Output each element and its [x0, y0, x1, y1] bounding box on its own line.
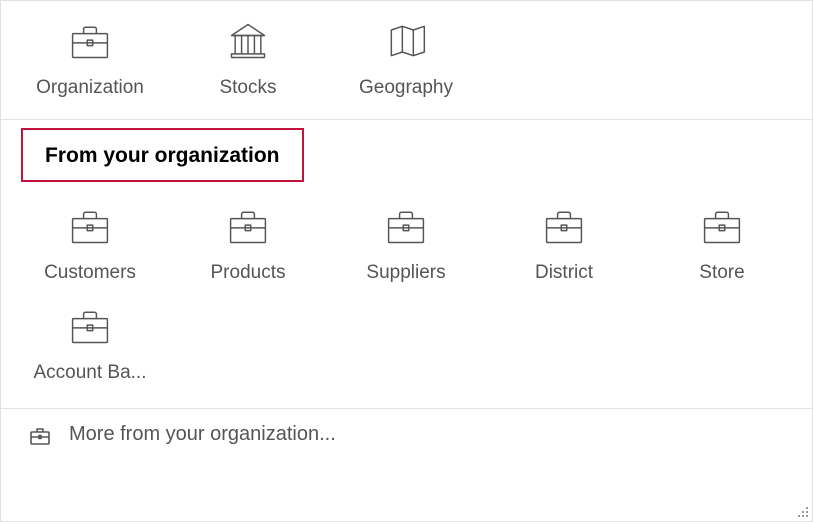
- footer-link-label: More from your organization...: [69, 423, 336, 446]
- section-header: From your organization: [21, 128, 304, 182]
- top-section: Organization Stocks Geography: [1, 1, 812, 111]
- briefcase-icon: [700, 204, 744, 248]
- divider: [1, 119, 812, 120]
- bank-icon: [226, 19, 270, 63]
- top-row: Organization Stocks Geography: [1, 1, 812, 111]
- item-label: Store: [699, 262, 744, 284]
- more-from-organization-link[interactable]: More from your organization...: [1, 408, 812, 460]
- map-icon: [384, 19, 428, 63]
- briefcase-icon: [68, 204, 112, 248]
- resize-grip-icon[interactable]: [796, 505, 808, 517]
- item-products[interactable]: Products: [169, 196, 327, 296]
- item-label: District: [535, 262, 593, 284]
- item-stocks[interactable]: Stocks: [169, 11, 327, 111]
- item-district[interactable]: District: [485, 196, 643, 296]
- item-suppliers[interactable]: Suppliers: [327, 196, 485, 296]
- briefcase-icon: [542, 204, 586, 248]
- item-label: Account Ba...: [33, 362, 146, 384]
- item-customers[interactable]: Customers: [11, 196, 169, 296]
- item-label: Products: [211, 262, 286, 284]
- briefcase-icon: [68, 19, 112, 63]
- item-label: Geography: [359, 77, 453, 99]
- item-label: Suppliers: [366, 262, 445, 284]
- item-account-balance[interactable]: Account Ba...: [11, 296, 169, 396]
- briefcase-icon: [226, 204, 270, 248]
- item-label: Customers: [44, 262, 136, 284]
- briefcase-icon: [68, 304, 112, 348]
- item-organization[interactable]: Organization: [11, 11, 169, 111]
- item-label: Organization: [36, 77, 144, 99]
- item-geography[interactable]: Geography: [327, 11, 485, 111]
- item-label: Stocks: [219, 77, 276, 99]
- item-store[interactable]: Store: [643, 196, 801, 296]
- briefcase-icon: [384, 204, 428, 248]
- briefcase-icon: [29, 424, 51, 446]
- org-row: Customers Products Suppliers District St…: [1, 186, 812, 396]
